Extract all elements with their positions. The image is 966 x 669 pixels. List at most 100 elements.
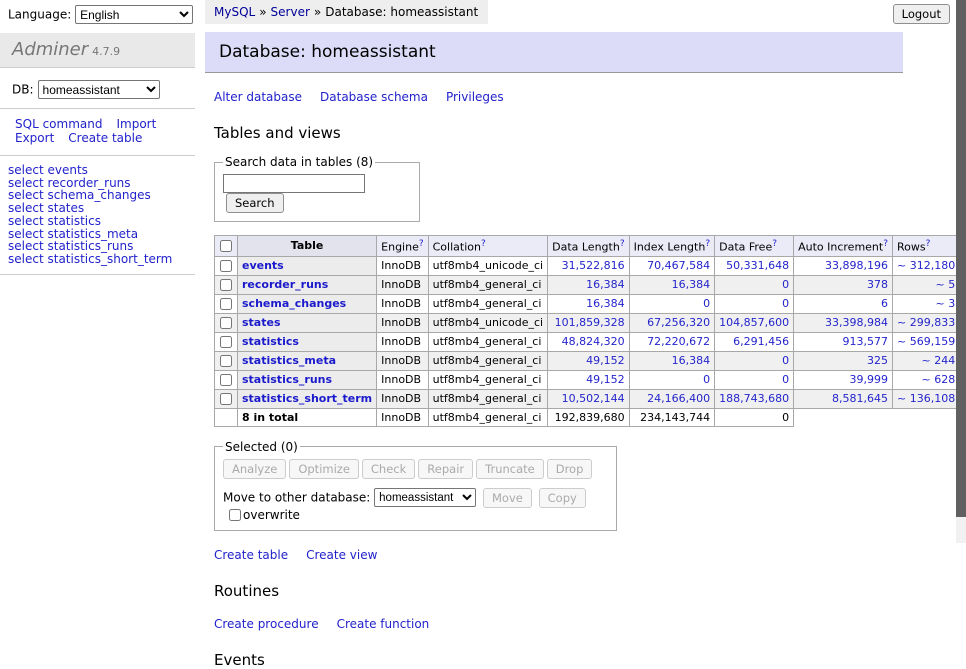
total-collation: utf8mb4_general_ci <box>428 408 547 426</box>
table-index-length-link[interactable]: 0 <box>703 297 710 310</box>
db-select[interactable]: homeassistant <box>38 80 160 99</box>
table-name-link[interactable]: statistics <box>242 335 299 348</box>
sidebar-menu-link[interactable]: Import <box>116 117 156 131</box>
table-data-free-link[interactable]: 0 <box>782 373 789 386</box>
table-name-link[interactable]: events <box>242 259 284 272</box>
language-select[interactable]: English <box>75 5 193 24</box>
database-action-link[interactable]: Database schema <box>320 90 428 104</box>
row-checkbox[interactable] <box>220 336 232 348</box>
app-name[interactable]: Adminer <box>12 39 88 60</box>
table-row: statistics_short_termInnoDButf8mb4_gener… <box>215 389 966 408</box>
table-data-length-link[interactable]: 101,859,328 <box>555 316 625 329</box>
create-link[interactable]: Create view <box>306 548 377 562</box>
table-name-link[interactable]: states <box>242 316 281 329</box>
repair-button[interactable]: Repair <box>418 459 473 479</box>
table-data-length-link[interactable]: 10,502,144 <box>562 392 625 405</box>
breadcrumb-item[interactable]: Server <box>271 5 310 19</box>
table-rows-link[interactable]: ~ 628 <box>921 373 955 386</box>
row-checkbox[interactable] <box>220 355 232 367</box>
column-help-link[interactable]: ? <box>705 239 710 249</box>
table-auto-increment-link[interactable]: 378 <box>867 278 888 291</box>
table-auto-increment-link[interactable]: 325 <box>867 354 888 367</box>
table-data-length-link[interactable]: 49,152 <box>586 373 625 386</box>
table-name-link[interactable]: schema_changes <box>242 297 346 310</box>
overwrite-checkbox[interactable] <box>229 509 241 521</box>
logout-button[interactable]: Logout <box>893 4 950 24</box>
column-help-link[interactable]: ? <box>620 239 625 249</box>
column-help-link[interactable]: ? <box>772 239 777 249</box>
table-index-length-link[interactable]: 24,166,400 <box>647 392 710 405</box>
row-checkbox[interactable] <box>220 374 232 386</box>
table-rows-link[interactable]: ~ 299,833 <box>897 316 955 329</box>
table-auto-increment-link[interactable]: 913,577 <box>843 335 889 348</box>
table-auto-increment-link[interactable]: 33,398,984 <box>825 316 888 329</box>
table-data-free-link[interactable]: 50,331,648 <box>726 259 789 272</box>
table-data-free-link[interactable]: 0 <box>782 354 789 367</box>
analyze-button[interactable]: Analyze <box>223 459 286 479</box>
table-name-link[interactable]: recorder_runs <box>242 278 328 291</box>
search-input[interactable] <box>223 174 365 193</box>
table-data-free-link[interactable]: 104,857,600 <box>719 316 789 329</box>
table-name-link[interactable]: statistics_runs <box>242 373 332 386</box>
check-button[interactable]: Check <box>362 459 415 479</box>
optimize-button[interactable]: Optimize <box>289 459 359 479</box>
table-rows-link[interactable]: ~ 569,159 <box>897 335 955 348</box>
drop-button[interactable]: Drop <box>547 459 593 479</box>
table-data-free-link[interactable]: 188,743,680 <box>719 392 789 405</box>
table-auto-increment-link[interactable]: 39,999 <box>850 373 889 386</box>
sidebar-menu-link[interactable]: SQL command <box>15 117 102 131</box>
table-data-length-link[interactable]: 48,824,320 <box>562 335 625 348</box>
routine-link[interactable]: Create procedure <box>214 617 319 631</box>
table-data-free-link[interactable]: 0 <box>782 278 789 291</box>
copy-button[interactable]: Copy <box>539 488 586 508</box>
table-index-length-link[interactable]: 0 <box>703 373 710 386</box>
column-help-link[interactable]: ? <box>481 239 486 249</box>
table-data-free-link[interactable]: 6,291,456 <box>733 335 789 348</box>
column-help-link[interactable]: ? <box>926 239 931 249</box>
table-rows-link[interactable]: ~ 244 <box>921 354 955 367</box>
create-link[interactable]: Create table <box>214 548 288 562</box>
table-index-length-link[interactable]: 72,220,672 <box>647 335 710 348</box>
table-index-length-link[interactable]: 67,256,320 <box>647 316 710 329</box>
scrollbar-thumb[interactable] <box>956 0 966 517</box>
column-help-link[interactable]: ? <box>883 239 888 249</box>
sidebar-table-link[interactable]: statistics_short_term <box>47 252 172 266</box>
column-header-label: Data Free <box>719 241 772 254</box>
table-rows-link[interactable]: ~ 5 <box>935 278 955 291</box>
select-all-checkbox[interactable] <box>220 240 232 252</box>
table-data-length-link[interactable]: 49,152 <box>586 354 625 367</box>
truncate-button[interactable]: Truncate <box>476 459 544 479</box>
table-data-length-link[interactable]: 16,384 <box>586 278 625 291</box>
row-checkbox[interactable] <box>220 393 232 405</box>
sidebar-menu-link[interactable]: Export <box>15 131 54 145</box>
table-auto-increment-link[interactable]: 33,898,196 <box>825 259 888 272</box>
table-auto-increment-link[interactable]: 8,581,645 <box>832 392 888 405</box>
table-data-length-link[interactable]: 31,522,816 <box>562 259 625 272</box>
table-rows-link[interactable]: ~ 312,180 <box>897 259 955 272</box>
table-data-free-link[interactable]: 0 <box>782 297 789 310</box>
row-checkbox[interactable] <box>220 260 232 272</box>
table-auto-increment-link[interactable]: 6 <box>881 297 888 310</box>
table-rows-link[interactable]: ~ 136,108 <box>897 392 955 405</box>
move-db-select[interactable]: homeassistant <box>374 488 476 507</box>
move-button[interactable]: Move <box>483 488 532 508</box>
vertical-scrollbar[interactable] <box>956 0 966 543</box>
search-button[interactable]: Search <box>226 193 284 213</box>
table-index-length-link[interactable]: 70,467,584 <box>647 259 710 272</box>
table-index-length-link[interactable]: 16,384 <box>672 354 711 367</box>
table-rows-link[interactable]: ~ 3 <box>935 297 955 310</box>
table-name-link[interactable]: statistics_meta <box>242 354 336 367</box>
table-name-link[interactable]: statistics_short_term <box>242 392 372 405</box>
database-action-link[interactable]: Privileges <box>446 90 504 104</box>
row-checkbox[interactable] <box>220 298 232 310</box>
table-data-length-link[interactable]: 16,384 <box>586 297 625 310</box>
sidebar-select-link[interactable]: select <box>8 252 44 266</box>
table-index-length-link[interactable]: 16,384 <box>672 278 711 291</box>
column-help-link[interactable]: ? <box>419 239 424 249</box>
routine-link[interactable]: Create function <box>337 617 430 631</box>
row-checkbox[interactable] <box>220 317 232 329</box>
database-action-link[interactable]: Alter database <box>214 90 302 104</box>
row-checkbox[interactable] <box>220 279 232 291</box>
breadcrumb-item[interactable]: MySQL <box>214 5 255 19</box>
sidebar-menu-link[interactable]: Create table <box>68 131 142 145</box>
